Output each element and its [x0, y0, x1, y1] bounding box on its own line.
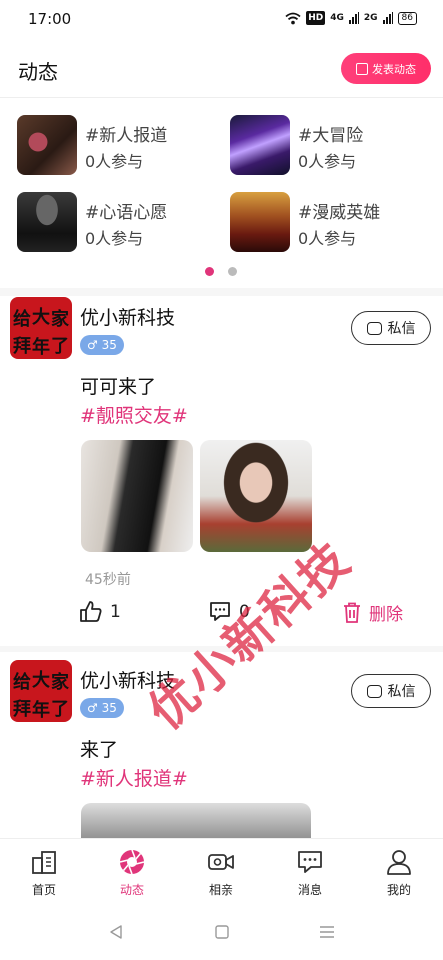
topic-name: #新人报道 — [85, 126, 168, 146]
topic-participants: 0人参与 — [298, 229, 357, 248]
gender-age-badge: ♂ 35 — [80, 698, 124, 718]
topic-name: #心语心愿 — [85, 203, 168, 223]
avatar-text: 给 — [13, 672, 31, 693]
post-time: 45秒前 — [85, 572, 131, 588]
post-photo[interactable] — [81, 803, 311, 843]
private-message-label: 私信 — [387, 684, 416, 700]
message-icon — [366, 321, 382, 335]
status-bar: 17:00 HD 4G 2G 86 — [0, 0, 443, 40]
private-message-button[interactable]: 私信 — [351, 674, 431, 708]
topic-thumbnail — [17, 115, 77, 175]
battery-icon: 86 — [397, 11, 417, 25]
topic-name: #大冒险 — [298, 126, 364, 146]
topic-participants: 0人参与 — [85, 229, 144, 248]
status-time: 17:00 — [28, 10, 72, 28]
avatar-text: 家 — [51, 309, 69, 330]
delete-label: 删除 — [369, 605, 403, 625]
home-square-icon[interactable] — [214, 924, 230, 940]
gender-age-badge: ♂ 35 — [80, 335, 124, 355]
post-moment-button[interactable]: 发表动态 — [341, 53, 431, 84]
private-message-button[interactable]: 私信 — [351, 311, 431, 345]
nav-label: 我的 — [386, 883, 411, 897]
avatar-text: 家 — [51, 672, 69, 693]
thumbs-up-icon — [80, 601, 102, 622]
post-content: 来了 — [80, 739, 119, 761]
avatar[interactable]: 给 大 家 拜 年 了 — [10, 660, 72, 722]
nav-label: 首页 — [31, 883, 56, 897]
avatar-text: 拜 — [13, 336, 31, 357]
post-photo[interactable] — [200, 440, 312, 552]
nav-item-home[interactable]: 首页 — [0, 839, 88, 905]
post-tag[interactable]: #新人报道# — [80, 764, 188, 791]
watermark: 优小新科技 — [138, 531, 362, 741]
carousel-dot[interactable] — [228, 267, 237, 276]
topic-thumbnail — [230, 192, 290, 252]
nav-label: 动态 — [119, 883, 144, 897]
post-tag[interactable]: #靓照交友# — [80, 401, 188, 428]
avatar-text: 大 — [32, 670, 50, 691]
avatar-text: 拜 — [13, 699, 31, 720]
status-icons: HD 4G 2G 86 — [285, 11, 417, 25]
avatar-text: 了 — [51, 699, 69, 720]
trash-icon — [344, 602, 360, 623]
edit-icon — [356, 62, 368, 75]
topic-card[interactable]: #漫威英雄 0人参与 — [230, 192, 430, 254]
page-header: 动态 发表动态 — [0, 40, 443, 98]
like-count: 1 — [110, 601, 121, 622]
app-screen: 17:00 HD 4G 2G 86 动态 发表动态 #新人报道 0人参与 #大冒… — [0, 0, 443, 960]
avatar-text: 给 — [13, 309, 31, 330]
topic-participants: 0人参与 — [85, 152, 144, 171]
topic-card[interactable]: #心语心愿 0人参与 — [17, 192, 217, 254]
profile-icon — [387, 850, 411, 875]
back-icon[interactable] — [108, 924, 124, 940]
carousel-indicator — [0, 267, 443, 277]
avatar-text: 年 — [32, 337, 50, 358]
topic-participants: 0人参与 — [298, 152, 357, 171]
username[interactable]: 优小新科技 — [80, 303, 175, 330]
like-button[interactable]: 1 — [80, 601, 121, 622]
nav-item-profile[interactable]: 我的 — [355, 839, 443, 905]
section-divider — [0, 288, 443, 296]
nav-item-moments[interactable]: 动态 — [88, 839, 176, 905]
nav-label: 消息 — [297, 883, 322, 897]
video-camera-icon — [208, 854, 234, 870]
avatar-text: 了 — [51, 336, 69, 357]
topic-card[interactable]: #新人报道 0人参与 — [17, 115, 217, 177]
avatar-text: 大 — [32, 307, 50, 328]
message-icon — [366, 684, 382, 698]
topic-thumbnail — [230, 115, 290, 175]
delete-button[interactable]: 删除 — [343, 600, 403, 625]
bottom-navigation: 首页 动态 相亲 消息 我的 — [0, 838, 443, 904]
signal-2g-icon: 2G — [363, 13, 378, 23]
hd-icon: HD — [306, 11, 326, 25]
avatar-text: 年 — [32, 700, 50, 721]
nav-item-dating[interactable]: 相亲 — [177, 839, 265, 905]
carousel-dot-active[interactable] — [205, 267, 214, 276]
signal-bars-icon — [348, 12, 359, 24]
post-photo[interactable] — [81, 440, 193, 552]
aperture-icon — [119, 849, 145, 875]
menu-icon[interactable] — [319, 924, 335, 940]
post-moment-label: 发表动态 — [372, 62, 416, 76]
topic-thumbnail — [17, 192, 77, 252]
wifi-icon — [285, 12, 301, 24]
private-message-label: 私信 — [387, 321, 416, 337]
signal-4g-icon: 4G — [330, 13, 344, 23]
nav-label: 相亲 — [208, 883, 233, 897]
topic-name: #漫威英雄 — [298, 203, 381, 223]
nav-item-messages[interactable]: 消息 — [266, 839, 354, 905]
chat-icon — [298, 851, 322, 873]
page-title: 动态 — [18, 60, 58, 84]
topic-card[interactable]: #大冒险 0人参与 — [230, 115, 430, 177]
system-navigation-bar — [0, 904, 443, 960]
signal-bars-icon — [382, 12, 393, 24]
home-icon — [32, 851, 56, 874]
avatar[interactable]: 给 大 家 拜 年 了 — [10, 297, 72, 359]
post-content: 可可来了 — [80, 376, 157, 398]
